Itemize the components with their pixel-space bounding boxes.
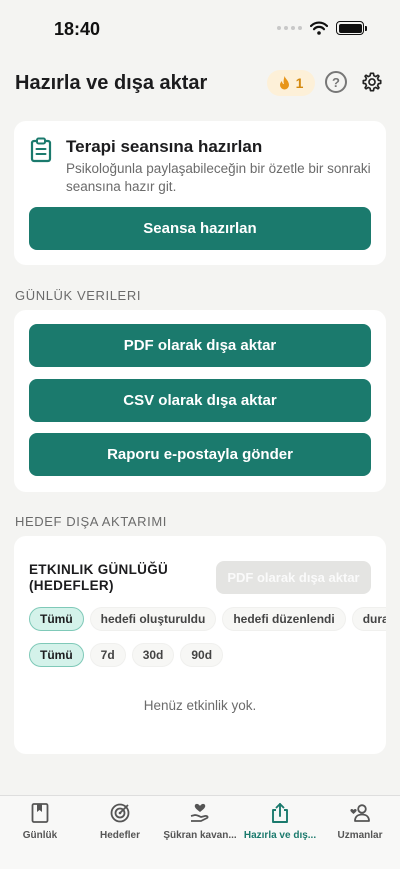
goal-export-section-label: HEDEF DIŞA AKTARIMI	[15, 514, 168, 529]
flame-icon	[279, 76, 289, 90]
range-filter-chip[interactable]: 30d	[131, 643, 175, 667]
range-filter-chip[interactable]: 90d	[180, 643, 224, 667]
target-icon	[110, 803, 130, 823]
status-icons	[277, 21, 367, 35]
tab-bar: Günlük Hedefler Şükran kavan... Hazırla …	[0, 795, 400, 869]
wifi-icon	[310, 21, 328, 35]
page-header: Hazırla ve dışa aktar 1 ?	[0, 60, 400, 104]
battery-icon	[336, 21, 367, 35]
goal-export-content: ETKINLIK GÜNLÜĞÜ (HEDEFLER) PDF olarak d…	[14, 536, 386, 756]
streak-badge[interactable]: 1	[267, 70, 315, 96]
gear-icon[interactable]	[361, 71, 383, 93]
status-bar: 18:40	[0, 0, 400, 56]
tab-label: Uzmanlar	[337, 830, 383, 841]
clipboard-icon	[30, 137, 52, 163]
tab-journal[interactable]: Günlük	[0, 802, 80, 841]
tab-label: Hedefler	[99, 830, 140, 841]
tab-experts[interactable]: Uzmanlar	[320, 802, 400, 841]
person-heart-icon	[350, 804, 370, 822]
range-filter-chip[interactable]: 7d	[89, 643, 126, 667]
tab-prepare-export[interactable]: Hazırla ve dış...	[240, 802, 320, 841]
event-filter-chip[interactable]: durakl	[351, 607, 386, 631]
event-filter-chip[interactable]: hedefi oluşturuldu	[89, 607, 217, 631]
tab-goals[interactable]: Hedefler	[80, 802, 160, 841]
share-icon	[272, 803, 288, 823]
event-filter-chip[interactable]: Tümü	[29, 607, 84, 631]
event-filter-chip[interactable]: hedefi düzenlendi	[222, 607, 346, 631]
tab-label: Şükran kavan...	[163, 830, 237, 841]
session-prep-title: Terapi seansına hazırlan	[66, 137, 263, 156]
range-filter-row: Tümü 7d 30d 90d	[29, 643, 224, 667]
export-csv-button[interactable]: CSV olarak dışa aktar	[29, 379, 371, 422]
signal-icon	[277, 26, 302, 30]
goal-export-card: ETKINLIK GÜNLÜĞÜ (HEDEFLER) PDF olarak d…	[14, 536, 386, 754]
streak-count: 1	[295, 75, 304, 91]
prepare-session-button[interactable]: Seansa hazırlan	[29, 207, 371, 250]
status-time: 18:40	[54, 19, 101, 39]
question-icon: ?	[332, 74, 340, 90]
export-pdf-button[interactable]: PDF olarak dışa aktar	[29, 324, 371, 367]
help-button[interactable]: ?	[325, 71, 347, 93]
event-filter-row: Tümü hedefi oluşturuldu hedefi düzenlend…	[29, 607, 386, 631]
activity-log-title: ETKINLIK GÜNLÜĞÜ (HEDEFLER)	[29, 562, 169, 593]
tab-label: Günlük	[22, 830, 58, 841]
goal-export-pdf-button[interactable]: PDF olarak dışa aktar	[216, 561, 371, 594]
heart-hand-icon	[190, 803, 209, 822]
range-filter-chip[interactable]: Tümü	[29, 643, 84, 667]
tab-gratitude-jar[interactable]: Şükran kavan...	[160, 802, 240, 841]
session-prep-description: Psikoloğunla paylaşabileceğin bir özetle…	[66, 161, 371, 194]
book-icon	[31, 803, 49, 823]
journal-export-card: PDF olarak dışa aktar CSV olarak dışa ak…	[14, 310, 386, 492]
tab-label: Hazırla ve dış...	[243, 830, 317, 841]
email-report-button[interactable]: Raporu e-postayla gönder	[29, 433, 371, 476]
page-title: Hazırla ve dışa aktar	[15, 72, 208, 94]
journal-data-section-label: GÜNLÜK VERILERI	[15, 288, 142, 303]
empty-state-text: Henüz etkinlik yok.	[143, 698, 257, 713]
session-prep-card: Terapi seansına hazırlan Psikoloğunla pa…	[14, 121, 386, 265]
